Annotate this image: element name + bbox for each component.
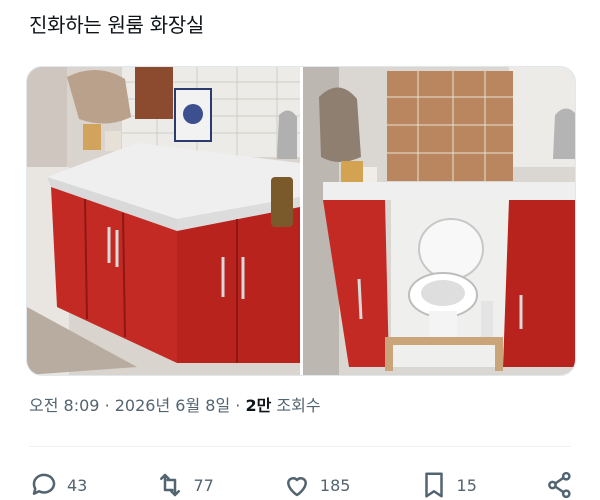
tweet-meta: 오전 8:09 · 2026년 6월 8일 · 2만 조회수 (29, 394, 321, 418)
retweet-button[interactable]: 77 (155, 470, 214, 500)
retweet-count: 77 (193, 475, 214, 495)
reply-button[interactable]: 43 (29, 470, 87, 500)
tweet-time[interactable]: 오전 8:09 (29, 396, 99, 415)
heart-icon (286, 477, 307, 497)
tweet-date[interactable]: 2026년 6월 8일 (115, 396, 230, 415)
tweet-actions: 43 77 185 15 (29, 470, 575, 500)
like-button[interactable]: 185 (282, 470, 351, 500)
retweet-icon (160, 473, 181, 497)
share-button[interactable] (545, 470, 575, 500)
tweet-media[interactable] (26, 66, 576, 376)
divider (29, 446, 571, 447)
tweet-text: 진화하는 원룸 화장실 (29, 13, 205, 37)
reply-icon (32, 473, 56, 495)
tweet-image-toilet-cabinet[interactable] (303, 67, 575, 375)
like-count: 185 (319, 475, 351, 495)
views-label: 조회수 (276, 396, 321, 415)
meta-separator: · (104, 396, 110, 415)
share-icon (548, 471, 571, 499)
bookmark-count: 15 (456, 475, 477, 495)
reply-count: 43 (67, 475, 88, 495)
meta-separator: · (235, 396, 241, 415)
tweet-image-kitchen[interactable] (27, 67, 300, 375)
bookmark-icon (424, 472, 443, 498)
views-count: 2만 (245, 396, 272, 415)
bookmark-button[interactable]: 15 (419, 470, 477, 500)
